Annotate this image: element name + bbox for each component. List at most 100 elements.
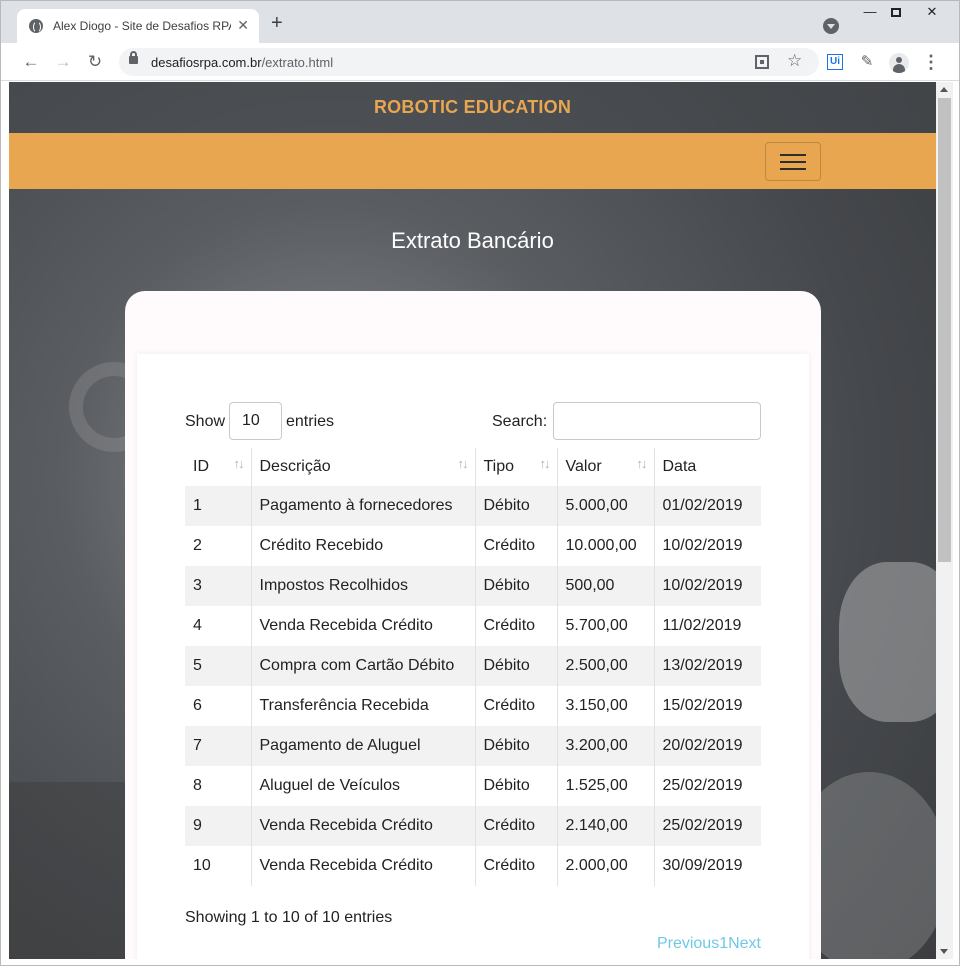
cell-valor: 2.140,00 [556,806,654,846]
brand-title[interactable]: ROBOTIC EDUCATION [9,97,936,118]
globe-icon [29,19,43,33]
cell-valor: 10.000,00 [556,526,654,566]
scroll-down-icon[interactable] [940,949,948,954]
show-label: Show [185,413,226,430]
page-title: Extrato Bancário [391,228,554,253]
kebab-menu-icon[interactable]: ⋮ [921,52,941,72]
new-tab-button[interactable]: + [271,13,283,33]
cell-data: 20/02/2019 [653,726,761,766]
lock-icon[interactable] [129,51,138,64]
table-controls: Show 10 entries Search: [185,402,761,442]
entries-label: entries [286,413,335,430]
column-header-valor[interactable]: Valor ↑↓ [556,448,654,486]
cell-id: 8 [193,777,202,794]
scroll-up-icon[interactable] [940,87,948,92]
cell-descricao: Compra com Cartão Débito [250,646,475,686]
cell-data: 30/09/2019 [653,846,761,886]
puzzle-icon[interactable]: ✎ [857,52,877,72]
table-row: 6 Transferência Recebida Crédito 3.150,00 15… [185,686,761,726]
hamburger-menu-icon[interactable] [765,142,821,181]
table-row: 7 Pagamento de Aluguel Débito 3.200,00 20/02… [185,726,761,766]
tab-strip: Alex Diogo - Site de Desafios RPA ✕ + — … [1,1,959,43]
url-text[interactable]: desafiosrpa.com.br/extrato.html [151,55,333,70]
table-info: Showing 1 to 10 of 10 entries [185,909,393,926]
cell-data: 11/02/2019 [653,606,761,646]
cell-data: 25/02/2019 [653,806,761,846]
tab-title: Alex Diogo - Site de Desafios RPA [53,19,231,33]
cell-tipo: Débito [474,566,557,606]
browser-tab[interactable]: Alex Diogo - Site de Desafios RPA ✕ [17,9,259,43]
back-arrow-icon[interactable]: ← [21,52,41,72]
tab-search-icon[interactable] [823,18,839,34]
page-length-select[interactable]: 10 [229,402,282,440]
cell-valor: 3.150,00 [556,686,654,726]
cell-valor: 2.000,00 [556,846,654,886]
previous-button[interactable]: Previous [657,935,719,952]
table-row: 9 Venda Recebida Crédito Crédito 2.140,00 25… [185,806,761,846]
next-button[interactable]: Next [728,935,761,952]
cell-valor: 5.700,00 [556,606,654,646]
cell-descricao: Crédito Recebido [250,526,475,566]
cell-id: 2 [193,537,202,554]
column-header-id[interactable]: ID ↑↓ [185,448,251,486]
window-close-button[interactable]: ✕ [917,3,947,23]
cell-descricao: Pagamento de Aluguel [250,726,475,766]
cell-id: 7 [185,726,251,766]
table-row: 10 Venda Recebida Crédito Crédito 2.000,00 3… [185,846,761,886]
cell-descricao: Venda Recebida Crédito [250,606,475,646]
cell-data: 01/02/2019 [653,486,761,526]
cell-id: 10 [193,857,211,874]
vertical-scrollbar[interactable] [936,82,953,959]
cell-tipo: Crédito [474,526,557,566]
column-header-descricao[interactable]: Descrição ↑↓ [250,448,475,486]
sort-icon: ↑↓ [233,456,245,471]
table-row: 3 Impostos Recolhidos Débito 500,00 10/02/20… [185,566,761,606]
star-icon[interactable]: ☆ [787,51,802,71]
cell-valor: 5.000,00 [556,486,654,526]
column-header-tipo[interactable]: Tipo ↑↓ [474,448,557,486]
page-viewport: ROBOTIC EDUCATION Extrato Bancário Show … [9,82,936,959]
avatar-icon[interactable] [889,53,909,73]
sort-icon: ↑↓ [636,456,648,471]
table-row: 2 Crédito Recebido Crédito 10.000,00 10/02/2… [185,526,761,566]
content-card: Show 10 entries Search: ID ↑↓ Descrição ↑↓… [125,291,821,959]
cell-descricao: Impostos Recolhidos [250,566,475,606]
cell-descricao: Aluguel de Veículos [250,766,475,806]
search-label: Search: [492,413,548,430]
forward-arrow-icon[interactable]: → [53,52,73,72]
pagination: Previous1Next [607,935,761,953]
browser-toolbar: ← → ↻ desafiosrpa.com.br/extrato.html ☆ … [1,43,959,81]
reload-icon[interactable]: ↻ [85,52,105,72]
cell-id: 1 [185,486,251,526]
scrollbar-thumb[interactable] [938,98,951,562]
cell-tipo: Débito [474,646,557,686]
cell-id: 4 [193,617,202,634]
table-body: 1 Pagamento à fornecedores Débito 5.000,00 0… [185,486,761,886]
cell-tipo: Crédito [474,686,557,726]
cell-tipo: Débito [474,766,557,806]
search-input[interactable] [553,402,761,440]
sort-icon: ↑↓ [539,456,551,471]
close-icon[interactable]: ✕ [237,17,249,33]
cell-descricao: Pagamento à fornecedores [250,486,475,526]
cell-data: 13/02/2019 [653,646,761,686]
cell-valor: 2.500,00 [556,646,654,686]
cell-valor: 1.525,00 [556,766,654,806]
cell-id: 5 [185,646,251,686]
cell-tipo: Crédito [474,606,557,646]
address-bar[interactable]: desafiosrpa.com.br/extrato.html ☆ [119,48,819,76]
cell-valor: 500,00 [556,566,654,606]
page-button-1[interactable]: 1 [719,935,728,952]
maximize-button[interactable] [881,3,911,23]
cell-id: 9 [185,806,251,846]
cell-valor: 3.200,00 [556,726,654,766]
table-row: 1 Pagamento à fornecedores Débito 5.000,00 0… [185,486,761,526]
cell-descricao: Venda Recebida Crédito [250,846,475,886]
column-header-data[interactable]: Data [653,448,761,486]
cell-descricao: Transferência Recebida [250,686,475,726]
uipath-extension-icon[interactable]: Ui [827,54,843,70]
sort-icon: ↑↓ [457,456,469,471]
cell-id: 6 [193,697,202,714]
qr-code-icon[interactable] [755,55,769,69]
table-header-row: ID ↑↓ Descrição ↑↓ Tipo ↑↓ Valor ↑↓ Data [185,448,761,486]
